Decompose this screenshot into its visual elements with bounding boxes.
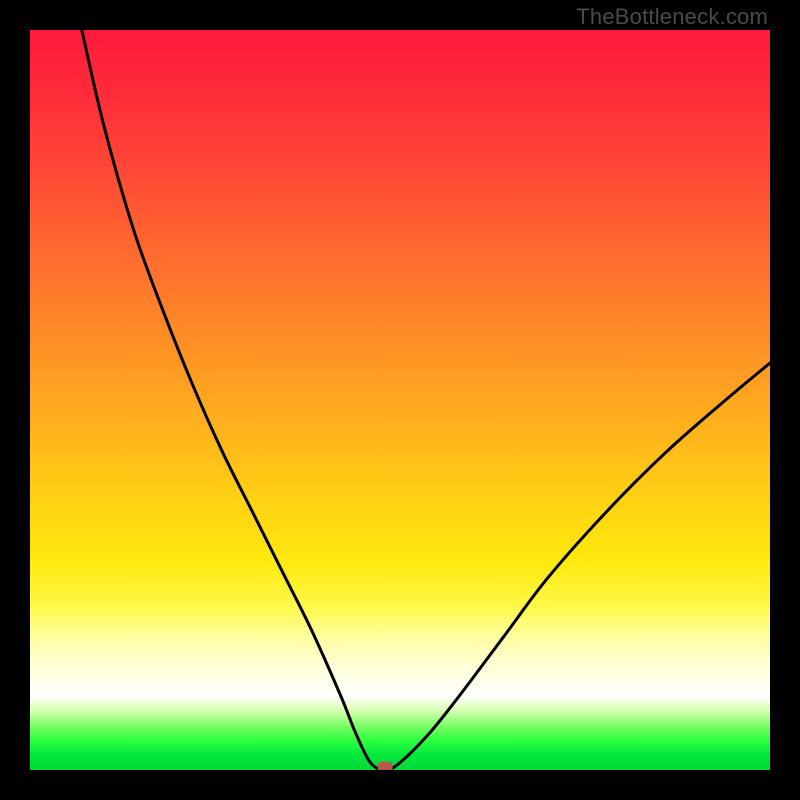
chart-frame: TheBottleneck.com <box>0 0 800 800</box>
minimum-marker <box>378 762 392 770</box>
plot-area <box>30 30 770 770</box>
curve-layer <box>30 30 770 770</box>
bottleneck-curve <box>82 30 770 770</box>
watermark-text: TheBottleneck.com <box>576 4 768 30</box>
